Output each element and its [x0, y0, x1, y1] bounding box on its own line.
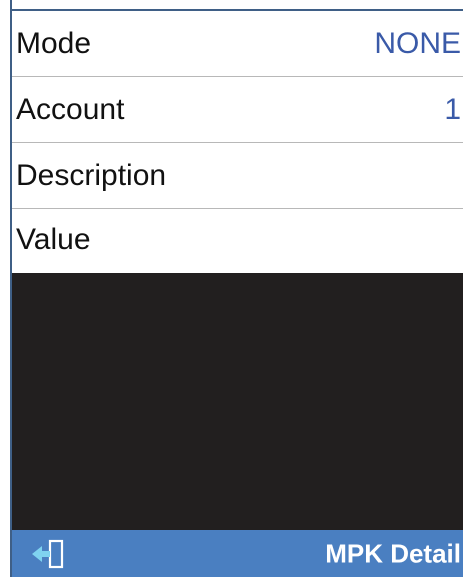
- exit-icon: [32, 539, 64, 569]
- field-row-mode[interactable]: Mode NONE: [12, 11, 463, 77]
- mpk-detail-screen: Mode NONE Account 1 Description Value MP…: [0, 0, 463, 577]
- bottom-softkey-bar: MPK Detail: [12, 530, 463, 577]
- field-label-description: Description: [16, 158, 167, 192]
- field-list: Mode NONE Account 1 Description Value: [12, 11, 463, 271]
- field-row-account[interactable]: Account 1: [12, 77, 463, 143]
- back-button[interactable]: [30, 538, 70, 570]
- empty-content-area: [12, 273, 463, 530]
- field-row-value[interactable]: Value: [12, 209, 463, 271]
- field-value-account: 1: [444, 92, 461, 126]
- field-label-value: Value: [16, 223, 91, 256]
- field-row-description[interactable]: Description: [12, 143, 463, 209]
- screen-title: MPK Detail: [325, 538, 461, 568]
- field-label-account: Account: [16, 92, 125, 126]
- field-value-mode: NONE: [374, 26, 461, 60]
- field-label-mode: Mode: [16, 26, 92, 60]
